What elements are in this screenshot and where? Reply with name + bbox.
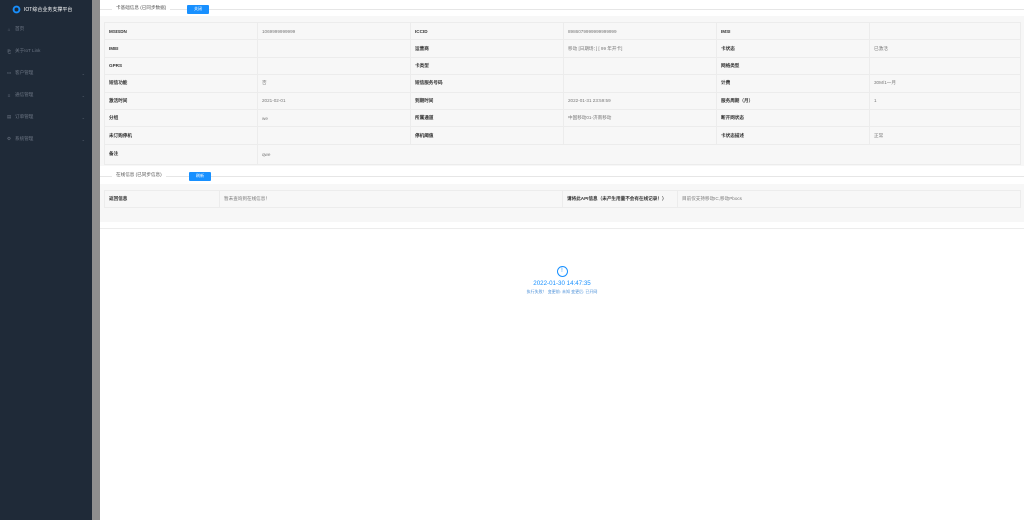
table-row: 未订购停机 停机阈值 卡状态描述 正常 xyxy=(104,126,1021,145)
monitor-icon: ▭ xyxy=(6,70,12,75)
logo[interactable]: IOT综合业务支撑平台 xyxy=(0,0,92,18)
table-row: 备注 qwe xyxy=(104,143,1021,165)
field-label: 服务周期（月） xyxy=(716,91,870,110)
table-row: 返回信息 暂未查询到在线信息！ 请将此API信息（未产生用量不会有在线记录！） … xyxy=(104,189,1021,209)
field-value xyxy=(563,74,717,93)
info-icon: ⎗ xyxy=(7,48,11,54)
table-row: MSISDN 1069999999999 ICCID 8986079999999999… xyxy=(104,21,1021,41)
table-row: 分组 we 所属通道 中国移动01-济南移动 断开网状态 xyxy=(104,108,1021,128)
divider xyxy=(100,228,1024,229)
field-label: 卡状态描述 xyxy=(716,126,870,145)
status-panel: ! 2022-01-30 14:47:35 执行失败！ 变更前: 未知 变更后:… xyxy=(100,266,1024,295)
chevron-down-icon: ⌄ xyxy=(81,136,85,142)
sidebar-scrollbar[interactable] xyxy=(92,0,100,520)
api-info-label: 请将此API信息（未产生用量不会有在线记录！） xyxy=(562,189,678,209)
field-label: IMSI xyxy=(716,21,870,41)
field-value: 否 xyxy=(257,74,411,93)
sidebar-item-3[interactable]: ≡ 通信管理 ⌄ xyxy=(0,84,92,106)
online-info-table: 返回信息 暂未查询到在线信息！ 请将此API信息（未产生用量不会有在线记录！） … xyxy=(104,189,1021,209)
main-content: 卡基础信息 (已同步数据) 关闭 MSISDN 1069999999999 ICCI… xyxy=(100,0,1024,520)
field-value xyxy=(563,56,717,76)
sidebar-item-2[interactable]: ▭ 客户管理 ⌄ xyxy=(0,62,92,84)
gear-icon: ⚙ xyxy=(6,136,12,141)
field-value: 2022-01-31 23:59:59 xyxy=(563,91,717,110)
home-icon: ⌂ xyxy=(7,26,11,32)
refresh-button[interactable]: 刷新 xyxy=(189,171,211,181)
field-value xyxy=(869,108,1021,128)
field-label: 到期时间 xyxy=(410,91,564,110)
online-info-title: 在线信息 (已同步信息) xyxy=(112,172,166,178)
table-row: IMEI 运营商 移动 [日期场：] [ 99 年开卡] 卡状态 已激活 xyxy=(104,39,1021,58)
field-value xyxy=(257,39,411,58)
table-row: 短信功能否短信服务号码 计费 30M/1一月 xyxy=(104,74,1021,93)
field-label: 卡类型 xyxy=(410,56,564,76)
field-value: 已激活 xyxy=(869,39,1021,58)
field-value xyxy=(869,21,1021,41)
table-row: 激活时间 2021-02-01 到期时间 2022-01-31 23:59:59 服务周… xyxy=(104,91,1021,110)
field-value xyxy=(257,126,411,145)
api-info-value: 目前仅支持移动IC,移动Pbocs xyxy=(677,189,1021,209)
field-label: 所属通道 xyxy=(410,108,564,128)
field-label: MSISDN xyxy=(104,21,258,41)
field-label: 短信服务号码 xyxy=(410,74,564,93)
field-label: 计费 xyxy=(716,74,870,93)
field-value: we xyxy=(257,108,411,128)
field-label: 网络类型 xyxy=(716,56,870,76)
field-value xyxy=(869,56,1021,76)
card-info-table: MSISDN 1069999999999 ICCID 8986079999999999… xyxy=(104,21,1021,165)
field-label: 短信功能 xyxy=(104,74,258,93)
field-value: 正常 xyxy=(869,126,1021,145)
sidebar-item-4[interactable]: ▤ 订单管理 ⌄ xyxy=(0,106,92,128)
remark-value: qwe xyxy=(257,143,1021,165)
sidebar-item-0[interactable]: ⌂ 首页 xyxy=(0,18,92,40)
field-value xyxy=(257,56,411,76)
field-label: 卡状态 xyxy=(716,39,870,58)
chevron-down-icon: ⌄ xyxy=(81,92,85,98)
field-label: 运营商 xyxy=(410,39,564,58)
online-info-header: 在线信息 (已同步信息) 刷新 xyxy=(100,169,1024,181)
field-value: 1069999999999 xyxy=(257,21,411,41)
sidebar-item-label: 系统管理 xyxy=(15,136,34,141)
sidebar-item-1[interactable]: ⎗ 关于IoT Link xyxy=(0,40,92,62)
return-info-value: 暂未查询到在线信息！ xyxy=(219,189,563,209)
chevron-down-icon: ⌄ xyxy=(81,70,85,76)
card-info-title: 卡基础信息 (已同步数据) xyxy=(112,5,171,11)
field-value: 8986079999999999999 xyxy=(563,21,717,41)
status-time: 2022-01-30 14:47:35 xyxy=(533,280,591,287)
field-label: 断开网状态 xyxy=(716,108,870,128)
info-circle-icon: ! xyxy=(556,266,568,277)
table-row: GPRS 卡类型 网络类型 xyxy=(104,56,1021,76)
field-label: 分组 xyxy=(104,108,258,128)
sidebar-item-label: 关于IoT Link xyxy=(15,48,41,53)
sidebar-item-5[interactable]: ⚙ 系统管理 ⌄ xyxy=(0,128,92,150)
remark-label: 备注 xyxy=(104,143,258,165)
order-icon: ▤ xyxy=(6,114,12,119)
status-description: 执行失败！ 变更前: 未知 变更后: 已开网 xyxy=(526,289,598,294)
sidebar-item-label: 通信管理 xyxy=(15,92,34,97)
field-label: 停机阈值 xyxy=(410,126,564,145)
app-title: IOT综合业务支撑平台 xyxy=(24,6,73,13)
field-value: 2021-02-01 xyxy=(257,91,411,110)
field-value: 30M/1一月 xyxy=(869,74,1021,93)
field-label: ICCID xyxy=(410,21,564,41)
sidebar: IOT综合业务支撑平台 ⌂ 首页 ⎗ 关于IoT Link ▭ 客户管理 ⌄ ≡ 通信管理 ⌄ ▤ 订… xyxy=(0,0,92,520)
card-info-header: 卡基础信息 (已同步数据) 关闭 xyxy=(100,2,1024,14)
field-value: 中国移动01-济南移动 xyxy=(563,108,717,128)
return-info-label: 返回信息 xyxy=(104,189,220,209)
sidebar-item-label: 客户管理 xyxy=(15,70,34,75)
field-label: IMEI xyxy=(104,39,258,58)
field-value: 移动 [日期场：] [ 99 年开卡] xyxy=(563,39,717,58)
list-icon: ≡ xyxy=(7,92,11,98)
sidebar-item-label: 订单管理 xyxy=(15,114,34,119)
sidebar-item-label: 首页 xyxy=(15,26,25,31)
field-label: GPRS xyxy=(104,56,258,76)
field-label: 未订购停机 xyxy=(104,126,258,145)
field-value: 1 xyxy=(869,91,1021,110)
chevron-down-icon: ⌄ xyxy=(81,114,85,120)
logo-icon xyxy=(12,5,21,13)
field-label: 激活时间 xyxy=(104,91,258,110)
close-button[interactable]: 关闭 xyxy=(187,4,209,14)
field-value xyxy=(563,126,717,145)
